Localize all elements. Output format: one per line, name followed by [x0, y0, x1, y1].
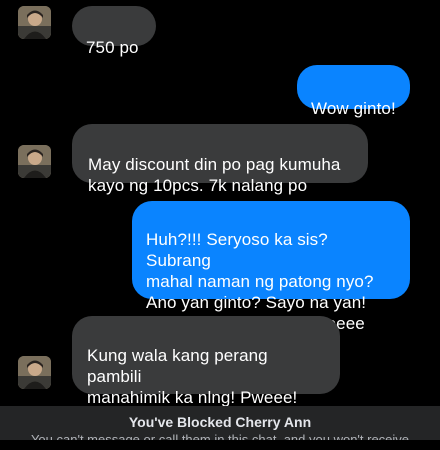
blocked-banner: You've Blocked Cherry Ann You can't mess… [0, 406, 440, 440]
blocked-subtitle: You can't message or call them in this c… [30, 432, 410, 440]
profile-photo-icon [18, 145, 51, 178]
profile-photo-icon [18, 356, 51, 389]
message-bubble-incoming[interactable]: May discount din po pag kumuha kayo ng 1… [72, 124, 368, 195]
message-bubble-incoming[interactable]: Kung wala kang perang pambili manahimik … [72, 316, 340, 428]
contact-avatar[interactable] [18, 145, 51, 178]
message-text: May discount din po pag kumuha kayo ng 1… [88, 155, 341, 195]
contact-avatar[interactable] [18, 356, 51, 389]
profile-photo-icon [18, 6, 51, 39]
message-text: Wow ginto! [311, 99, 396, 118]
message-bubble-incoming[interactable]: 750 po [72, 6, 156, 57]
message-bubble-outgoing[interactable]: Huh?!!! Seryoso ka sis? Subrang mahal na… [132, 201, 410, 333]
blocked-title: You've Blocked Cherry Ann [128, 414, 312, 430]
message-thread: 750 po Wow ginto! May discount din po pa… [0, 0, 440, 440]
message-bubble-outgoing[interactable]: Wow ginto! [297, 65, 410, 118]
message-text: 750 po [86, 38, 139, 57]
contact-avatar[interactable] [18, 6, 51, 39]
